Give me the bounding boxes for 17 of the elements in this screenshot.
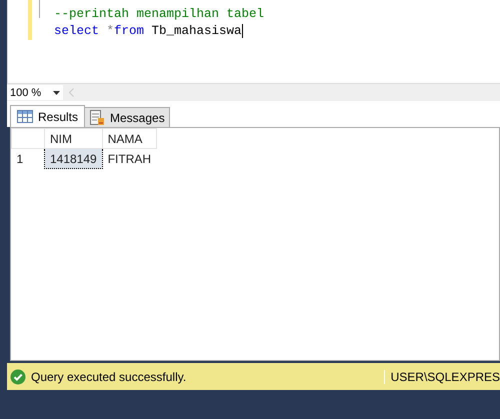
table-cell[interactable]: 1418149 bbox=[44, 148, 102, 168]
result-tab[interactable]: Results bbox=[10, 105, 86, 127]
scroll-left-icon[interactable] bbox=[69, 88, 74, 97]
status-message: Query executed successfully. bbox=[31, 370, 188, 384]
grid-icon bbox=[17, 110, 33, 123]
change-marker bbox=[28, 0, 32, 40]
document-icon bbox=[89, 110, 106, 126]
caret-icon bbox=[53, 90, 60, 94]
row-number: 1 bbox=[12, 148, 44, 168]
server-name: USER\SQLEXPRES bbox=[384, 370, 500, 384]
result-tab[interactable]: Messages bbox=[84, 107, 170, 127]
code-line: --perintah menampilhan tabel bbox=[54, 6, 264, 23]
zoom-dropdown[interactable]: 100 % bbox=[7, 85, 63, 100]
table-cell[interactable]: FITRAH bbox=[102, 148, 156, 168]
success-check-icon bbox=[10, 368, 26, 384]
code-line: select *from Tb_mahasiswa bbox=[54, 23, 243, 40]
column-header[interactable]: NAMA bbox=[102, 128, 156, 148]
